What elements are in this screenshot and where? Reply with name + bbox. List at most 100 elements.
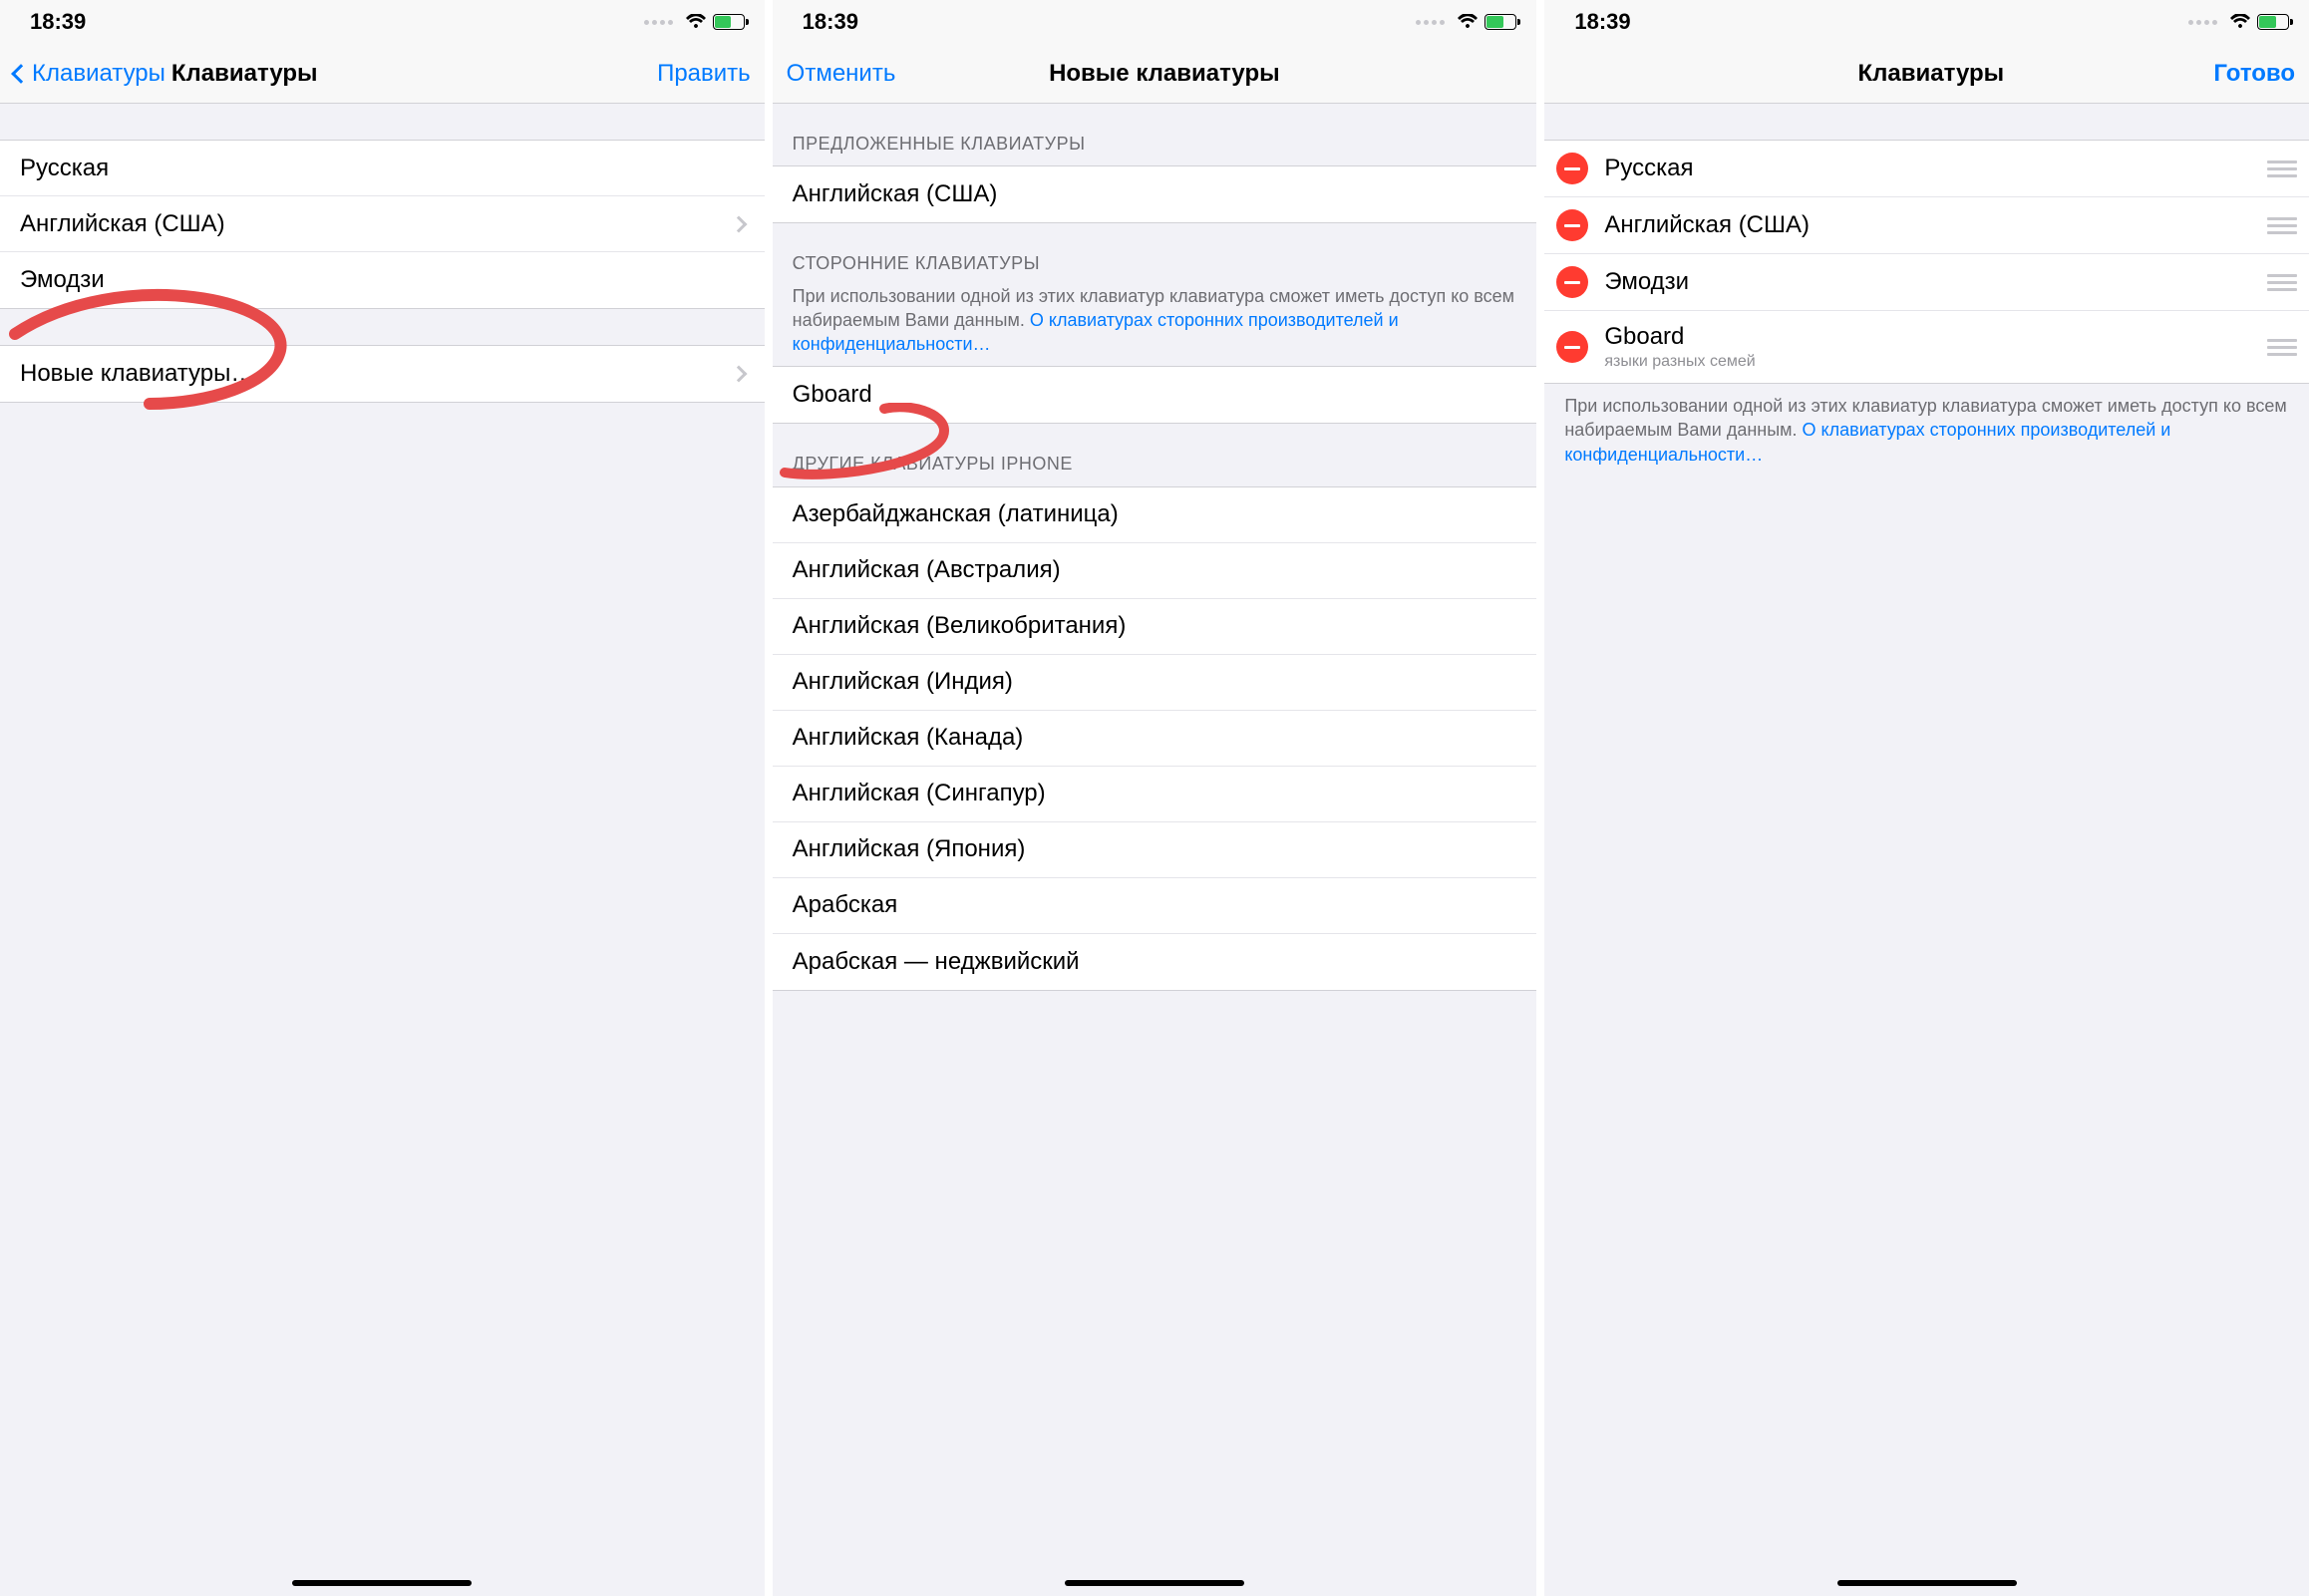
reorder-handle[interactable] bbox=[2267, 274, 2297, 291]
section-header-suggested: ПРЕДЛОЖЕННЫЕ КЛАВИАТУРЫ bbox=[773, 104, 1537, 165]
minus-icon bbox=[1564, 346, 1580, 349]
status-bar: 18:39 bbox=[1544, 0, 2309, 44]
cellular-dots-icon bbox=[2188, 20, 2217, 25]
delete-button[interactable] bbox=[1556, 331, 1588, 363]
row-title: Gboard bbox=[1604, 323, 1684, 350]
row-label: Новые клавиатуры… bbox=[20, 360, 733, 388]
keyboard-row[interactable]: Английская (Канада) bbox=[773, 711, 1537, 767]
row-label: Gboard bbox=[793, 381, 1517, 409]
keyboard-row-russian[interactable]: Русская bbox=[0, 141, 765, 196]
nav-title: Клавиатуры bbox=[165, 60, 657, 88]
reorder-handle[interactable] bbox=[2267, 160, 2297, 177]
other-group: Азербайджанская (латиница) Английская (А… bbox=[773, 486, 1537, 991]
keyboard-row[interactable]: Арабская — неджвийский bbox=[773, 934, 1537, 990]
nav-back-button[interactable]: Клавиатуры bbox=[14, 60, 165, 88]
nav-cancel-button[interactable]: Отменить bbox=[787, 60, 896, 88]
keyboard-edit-row-russian: Русская bbox=[1544, 141, 2309, 197]
nav-title: Клавиатуры bbox=[1648, 60, 2213, 88]
nav-back-label: Клавиатуры bbox=[32, 60, 165, 88]
keyboard-row[interactable]: Арабская bbox=[773, 878, 1537, 934]
minus-icon bbox=[1564, 281, 1580, 284]
section-footer: При использовании одной из этих клавиату… bbox=[1544, 384, 2309, 482]
row-label: Английская (Канада) bbox=[793, 724, 1517, 752]
delete-button[interactable] bbox=[1556, 153, 1588, 184]
battery-icon bbox=[1484, 14, 1516, 30]
row-label: Английская (США) bbox=[20, 210, 733, 238]
nav-bar: Отменить Новые клавиатуры bbox=[773, 44, 1537, 104]
home-indicator bbox=[292, 1580, 472, 1586]
add-keyboard-group: Новые клавиатуры… bbox=[0, 345, 765, 403]
status-time: 18:39 bbox=[1574, 9, 1630, 35]
status-bar: 18:39 bbox=[773, 0, 1537, 44]
minus-icon bbox=[1564, 167, 1580, 170]
nav-cancel-label: Отменить bbox=[787, 60, 896, 88]
section-header-other: ДРУГИЕ КЛАВИАТУРЫ IPHONE bbox=[773, 424, 1537, 485]
nav-title: Новые клавиатуры bbox=[895, 60, 1433, 88]
nav-done-button[interactable]: Готово bbox=[2213, 60, 2295, 88]
keyboard-row-emoji[interactable]: Эмодзи bbox=[0, 252, 765, 308]
keyboard-row[interactable]: Английская (Япония) bbox=[773, 822, 1537, 878]
row-label: Английская (Сингапур) bbox=[793, 780, 1517, 807]
status-bar: 18:39 bbox=[0, 0, 765, 44]
delete-button[interactable] bbox=[1556, 209, 1588, 241]
keyboard-edit-row-english-us: Английская (США) bbox=[1544, 197, 2309, 254]
status-time: 18:39 bbox=[30, 9, 86, 35]
cellular-dots-icon bbox=[1416, 20, 1445, 25]
row-label: Эмодзи bbox=[1604, 268, 2255, 296]
screen-keyboards-list: 18:39 Клавиатуры Клавиатуры Править Русс… bbox=[0, 0, 765, 1596]
row-label: Азербайджанская (латиница) bbox=[793, 500, 1517, 528]
row-label: Арабская bbox=[793, 891, 1517, 919]
section-header-thirdparty: СТОРОННИЕ КЛАВИАТУРЫ При использовании о… bbox=[773, 223, 1537, 366]
content: Русская Английская (США) Эмодзи Новые кл… bbox=[0, 104, 765, 1596]
row-label: Английская (Индия) bbox=[793, 668, 1517, 696]
nav-edit-button[interactable]: Править bbox=[657, 60, 751, 88]
row-label: Арабская — неджвийский bbox=[793, 948, 1517, 976]
delete-button[interactable] bbox=[1556, 266, 1588, 298]
row-label: Английская (Австралия) bbox=[793, 556, 1517, 584]
minus-icon bbox=[1564, 224, 1580, 227]
row-label: Русская bbox=[1604, 155, 2255, 182]
wifi-icon bbox=[685, 14, 707, 30]
row-label: Русская bbox=[20, 155, 745, 182]
keyboard-row[interactable]: Английская (Сингапур) bbox=[773, 767, 1537, 822]
status-right-cluster bbox=[1416, 14, 1516, 30]
content: Русская Английская (США) Эмодзи Gboard я… bbox=[1544, 104, 2309, 1596]
row-label: Английская (Япония) bbox=[793, 835, 1517, 863]
row-subtitle: языки разных семей bbox=[1604, 353, 2255, 371]
edit-keyboards-group: Русская Английская (США) Эмодзи Gboard я… bbox=[1544, 140, 2309, 384]
battery-icon bbox=[2257, 14, 2289, 30]
reorder-handle[interactable] bbox=[2267, 339, 2297, 356]
row-label: Английская (США) bbox=[793, 180, 1517, 208]
keyboard-row-gboard[interactable]: Gboard bbox=[773, 367, 1537, 423]
keyboard-row-english-us[interactable]: Английская (США) bbox=[773, 166, 1537, 222]
nav-done-label: Готово bbox=[2213, 60, 2295, 88]
home-indicator bbox=[1065, 1580, 1244, 1586]
status-time: 18:39 bbox=[803, 9, 858, 35]
keyboard-edit-row-emoji: Эмодзи bbox=[1544, 254, 2309, 311]
installed-keyboards-group: Русская Английская (США) Эмодзи bbox=[0, 140, 765, 309]
chevron-back-icon bbox=[11, 64, 31, 84]
section-title: СТОРОННИЕ КЛАВИАТУРЫ bbox=[793, 251, 1517, 275]
keyboard-row[interactable]: Английская (Индия) bbox=[773, 655, 1537, 711]
home-indicator bbox=[1837, 1580, 2017, 1586]
status-right-cluster bbox=[644, 14, 745, 30]
keyboard-row-english-us[interactable]: Английская (США) bbox=[0, 196, 765, 252]
cellular-dots-icon bbox=[644, 20, 673, 25]
row-label: Gboard языки разных семей bbox=[1604, 323, 2255, 371]
screen-add-keyboard: 18:39 Отменить Новые клавиатуры ПРЕДЛОЖЕ… bbox=[773, 0, 1537, 1596]
row-label: Английская (Великобритания) bbox=[793, 612, 1517, 640]
add-new-keyboard-row[interactable]: Новые клавиатуры… bbox=[0, 346, 765, 402]
reorder-handle[interactable] bbox=[2267, 217, 2297, 234]
keyboard-row[interactable]: Азербайджанская (латиница) bbox=[773, 487, 1537, 543]
nav-edit-label: Править bbox=[657, 60, 751, 88]
content: ПРЕДЛОЖЕННЫЕ КЛАВИАТУРЫ Английская (США)… bbox=[773, 104, 1537, 1596]
keyboard-row[interactable]: Английская (Великобритания) bbox=[773, 599, 1537, 655]
suggested-group: Английская (США) bbox=[773, 165, 1537, 223]
status-right-cluster bbox=[2188, 14, 2289, 30]
keyboard-edit-row-gboard: Gboard языки разных семей bbox=[1544, 311, 2309, 383]
wifi-icon bbox=[1457, 14, 1479, 30]
chevron-right-icon bbox=[730, 215, 747, 232]
wifi-icon bbox=[2229, 14, 2251, 30]
keyboard-row[interactable]: Английская (Австралия) bbox=[773, 543, 1537, 599]
row-label: Английская (США) bbox=[1604, 211, 2255, 239]
